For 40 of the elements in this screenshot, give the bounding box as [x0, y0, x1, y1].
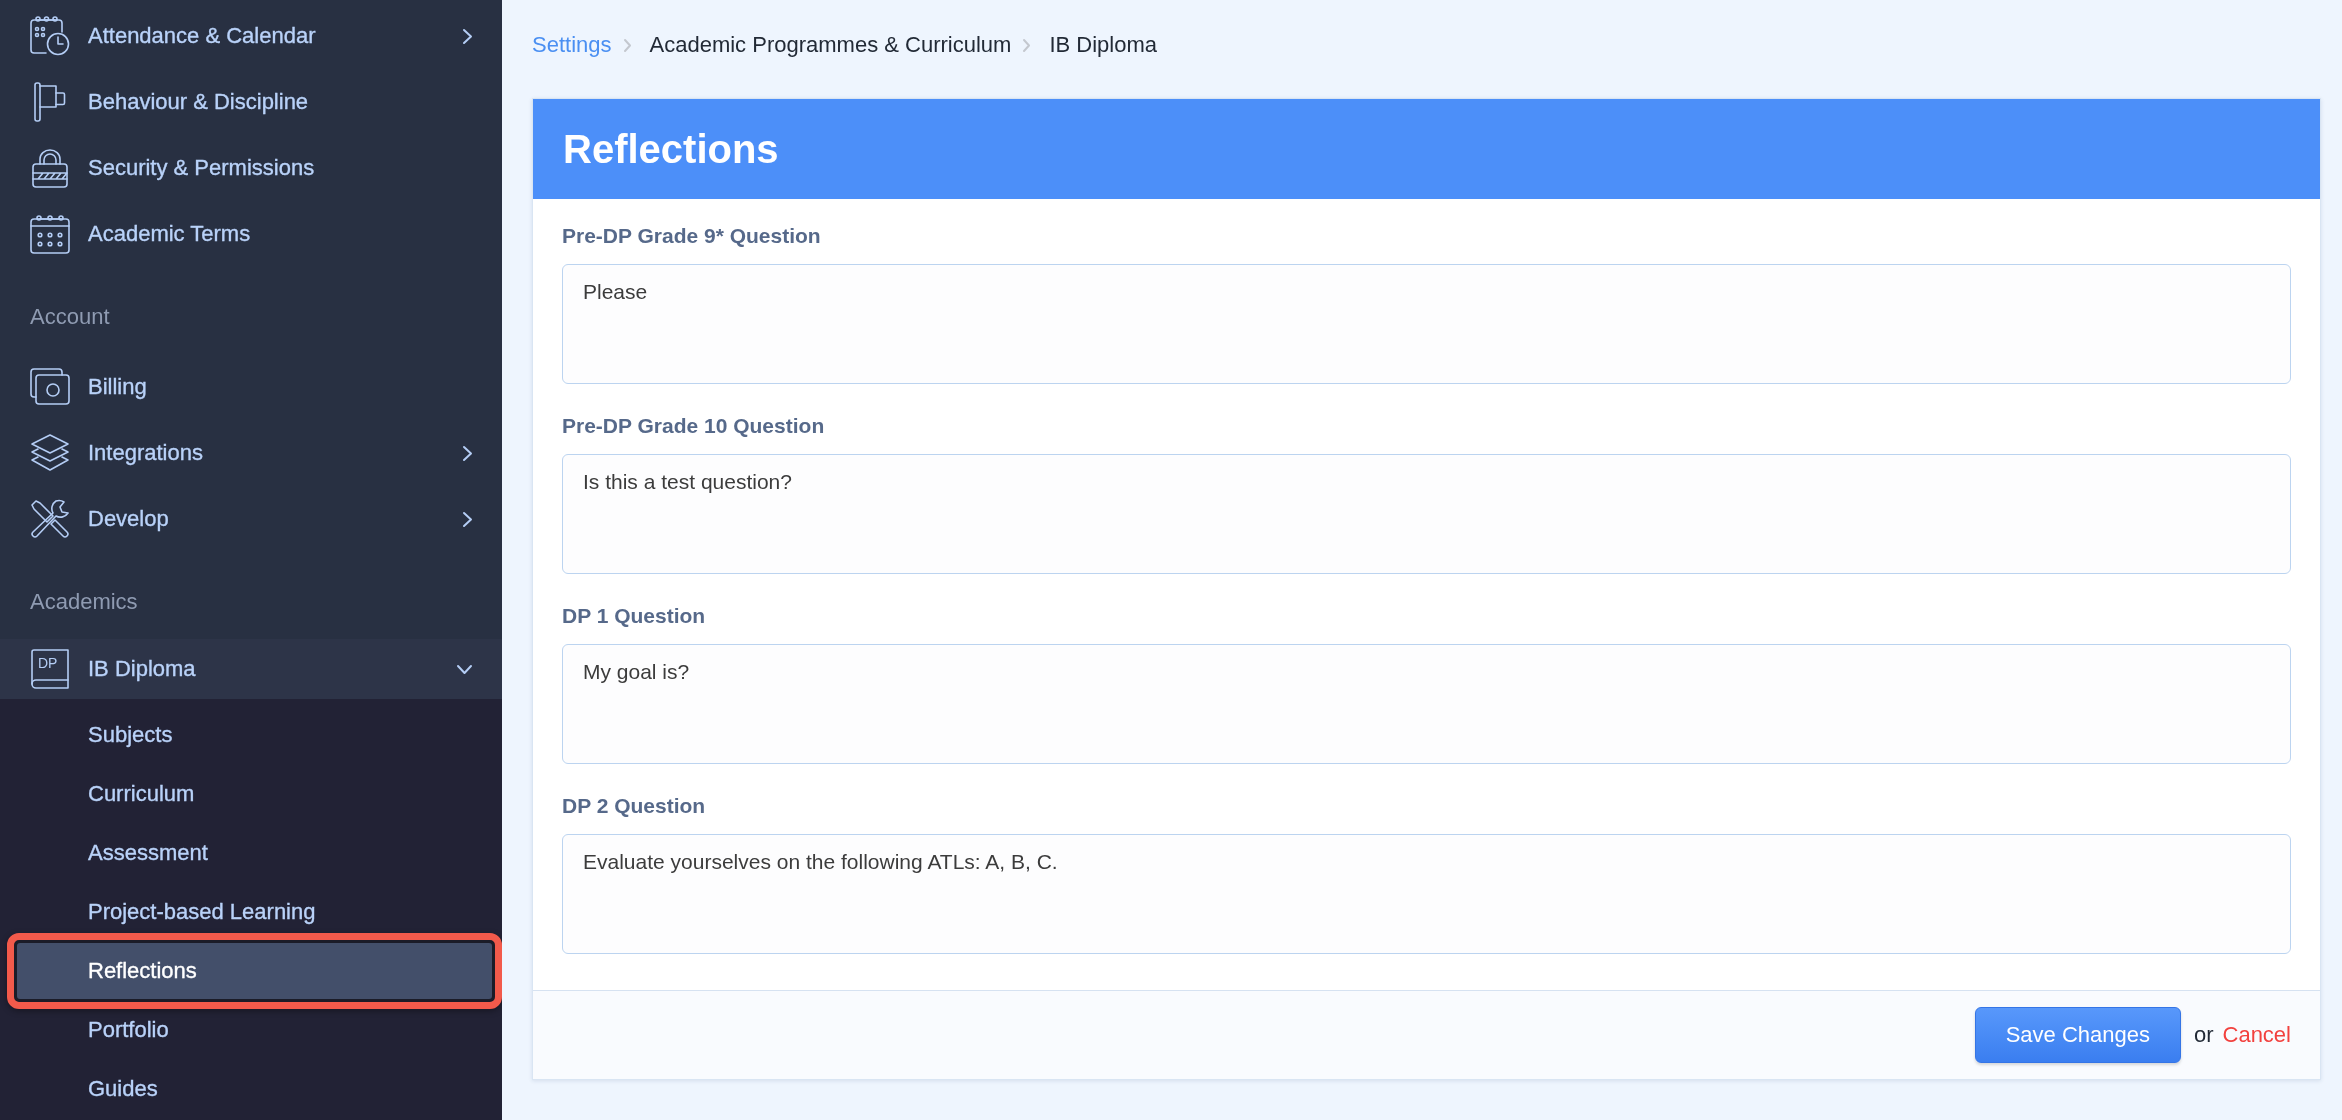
submenu-item[interactable]: Portfolio — [0, 1009, 502, 1051]
breadcrumb-item: Academic Programmes & Curriculum — [649, 32, 1012, 58]
icon-label: DP — [38, 655, 58, 671]
submenu-item[interactable]: Subjects — [0, 714, 502, 756]
sidebar-item[interactable]: DP IB Diploma — [0, 639, 502, 699]
submenu-item[interactable]: Assessment — [0, 832, 502, 874]
submenu-item[interactable]: Reflections — [17, 943, 492, 999]
question-textarea[interactable]: Please — [562, 264, 2291, 384]
banknotes-icon — [30, 367, 70, 407]
field-label: Pre-DP Grade 9* Question — [562, 223, 821, 249]
footer-text: or — [2193, 1022, 2214, 1048]
chevron-right-icon — [622, 37, 632, 53]
question-textarea[interactable]: Evaluate yourselves on the following ATLs: A, B, C. — [562, 834, 2291, 954]
field-label: Pre-DP Grade 10 Question — [562, 413, 825, 439]
cancel-link[interactable]: Cancel — [2222, 1022, 2291, 1048]
submenu-item[interactable]: Project-based Learning — [0, 891, 502, 933]
chevron-right-icon — [1022, 37, 1032, 53]
sidebar-item[interactable]: Integrations — [0, 420, 502, 486]
field-label: DP 2 Question — [562, 793, 706, 819]
field-label: DP 1 Question — [562, 603, 706, 629]
sidebar-item[interactable]: Academic Terms — [0, 201, 502, 267]
padlock-icon — [30, 148, 70, 188]
wrench-screwdriver-icon — [30, 499, 70, 539]
section-heading: Account — [29, 303, 111, 331]
sidebar-item[interactable]: Develop — [0, 486, 502, 552]
section-heading: Academics — [29, 588, 139, 616]
sidebar-item[interactable]: Attendance & Calendar — [0, 3, 502, 69]
sidebar-item[interactable]: Security & Permissions — [0, 135, 502, 201]
layers-icon — [30, 433, 70, 473]
calendar-clock-icon — [30, 16, 70, 56]
book-icon — [30, 649, 70, 689]
sidebar-item[interactable]: Behaviour & Discipline — [0, 69, 502, 135]
submenu-item[interactable]: Curriculum — [0, 773, 502, 815]
submenu-item[interactable]: Guides — [0, 1068, 502, 1110]
sidebar-item[interactable]: Billing — [0, 354, 502, 420]
card-title: Reflections — [533, 99, 2320, 199]
breadcrumb-item: IB Diploma — [1049, 32, 1157, 58]
question-textarea[interactable]: My goal is? — [562, 644, 2291, 764]
question-textarea[interactable]: Is this a test question? — [562, 454, 2291, 574]
calendar-icon — [30, 214, 70, 254]
